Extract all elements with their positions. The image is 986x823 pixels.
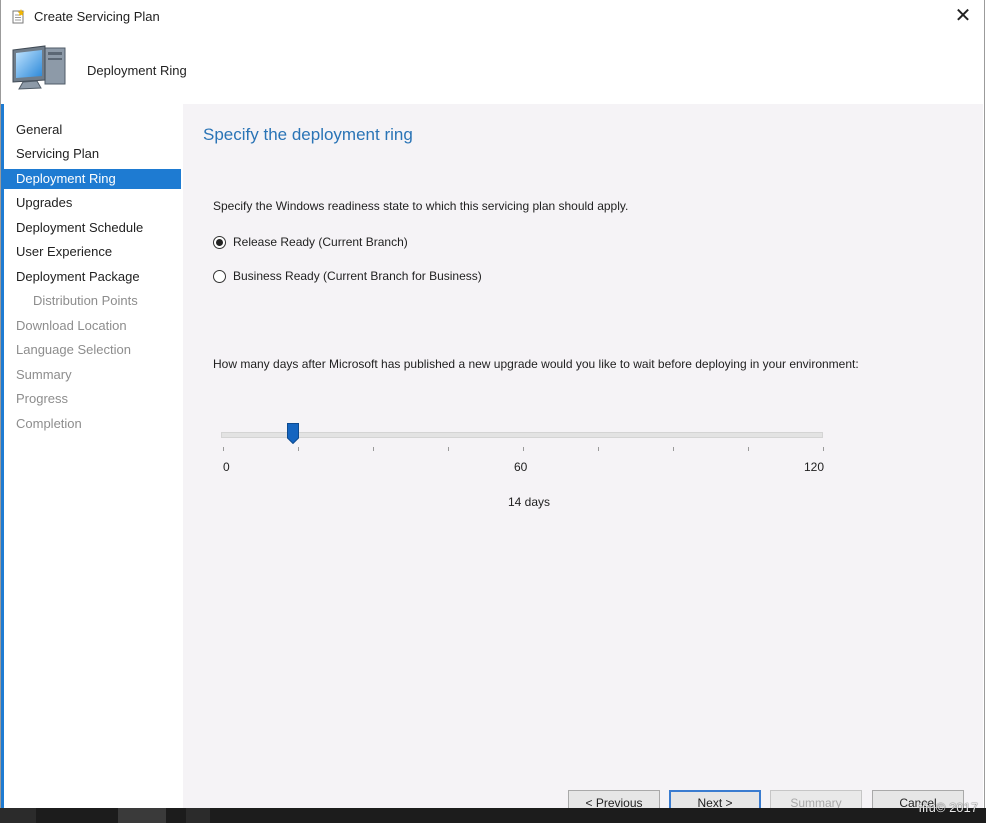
sidebar-item-progress[interactable]: Progress	[4, 389, 181, 409]
deferral-days-slider[interactable]	[221, 422, 824, 462]
wizard-icon	[12, 9, 25, 24]
sidebar-item-deployment-ring[interactable]: Deployment Ring	[4, 169, 181, 189]
computer-monitor-icon	[12, 45, 66, 90]
slider-tick	[373, 447, 374, 451]
wizard-header: Deployment Ring	[1, 34, 984, 104]
sidebar-item-user-experience[interactable]: User Experience	[4, 242, 181, 262]
slider-tick	[448, 447, 449, 451]
slider-tick	[598, 447, 599, 451]
slider-tick	[748, 447, 749, 451]
window-title: Create Servicing Plan	[34, 9, 160, 24]
radio-business-ready[interactable]: Business Ready (Current Branch for Busin…	[213, 269, 482, 283]
sidebar-item-completion[interactable]: Completion	[4, 414, 181, 434]
watermark: fifu© 2017	[918, 800, 978, 815]
taskbar-app[interactable]	[186, 808, 210, 823]
slider-label-min: 0	[223, 460, 230, 474]
close-icon: ✕	[954, 5, 972, 27]
radio-label: Release Ready (Current Branch)	[233, 235, 408, 249]
sidebar-item-download-location[interactable]: Download Location	[4, 316, 181, 336]
header-page-name: Deployment Ring	[87, 63, 187, 78]
slider-value-text: 14 days	[508, 495, 551, 509]
sidebar-item-language-selection[interactable]: Language Selection	[4, 340, 181, 360]
slider-tick	[223, 447, 224, 451]
main-content: Specify the deployment ring Specify the …	[183, 104, 983, 768]
sidebar-item-deployment-schedule[interactable]: Deployment Schedule	[4, 218, 181, 238]
slider-track[interactable]	[221, 432, 823, 438]
sidebar-item-summary[interactable]: Summary	[4, 365, 181, 385]
radio-label: Business Ready (Current Branch for Busin…	[233, 269, 482, 283]
wizard-window: Create Servicing Plan ✕ Deployment Ring …	[0, 0, 985, 822]
title-bar: Create Servicing Plan ✕	[1, 0, 984, 34]
taskbar-start[interactable]	[0, 808, 36, 823]
slider-tick	[298, 447, 299, 451]
close-button[interactable]: ✕	[952, 5, 974, 27]
wizard-steps-sidebar: General Servicing Plan Deployment Ring Upgr…	[1, 104, 181, 821]
sidebar-item-general[interactable]: General	[4, 120, 181, 140]
slider-label-max: 120	[804, 460, 825, 474]
taskbar-app[interactable]	[118, 808, 166, 823]
slider-tick	[673, 447, 674, 451]
slider-label-mid: 60	[514, 460, 528, 474]
sidebar-item-servicing-plan[interactable]: Servicing Plan	[4, 144, 181, 164]
sidebar-item-distribution-points[interactable]: Distribution Points	[4, 291, 181, 311]
sidebar-item-deployment-package[interactable]: Deployment Package	[4, 267, 181, 287]
radio-button[interactable]	[213, 269, 226, 283]
radio-release-ready[interactable]: Release Ready (Current Branch)	[213, 235, 408, 249]
taskbar	[0, 808, 986, 823]
slider-tick	[823, 447, 824, 451]
deferral-question: How many days after Microsoft has publis…	[213, 357, 859, 371]
sidebar-item-upgrades[interactable]: Upgrades	[4, 193, 181, 213]
page-title: Specify the deployment ring	[203, 125, 413, 144]
readiness-instruction: Specify the Windows readiness state to w…	[213, 199, 629, 213]
radio-button[interactable]	[213, 235, 226, 249]
slider-tick	[523, 447, 524, 451]
slider-thumb[interactable]	[287, 423, 299, 444]
